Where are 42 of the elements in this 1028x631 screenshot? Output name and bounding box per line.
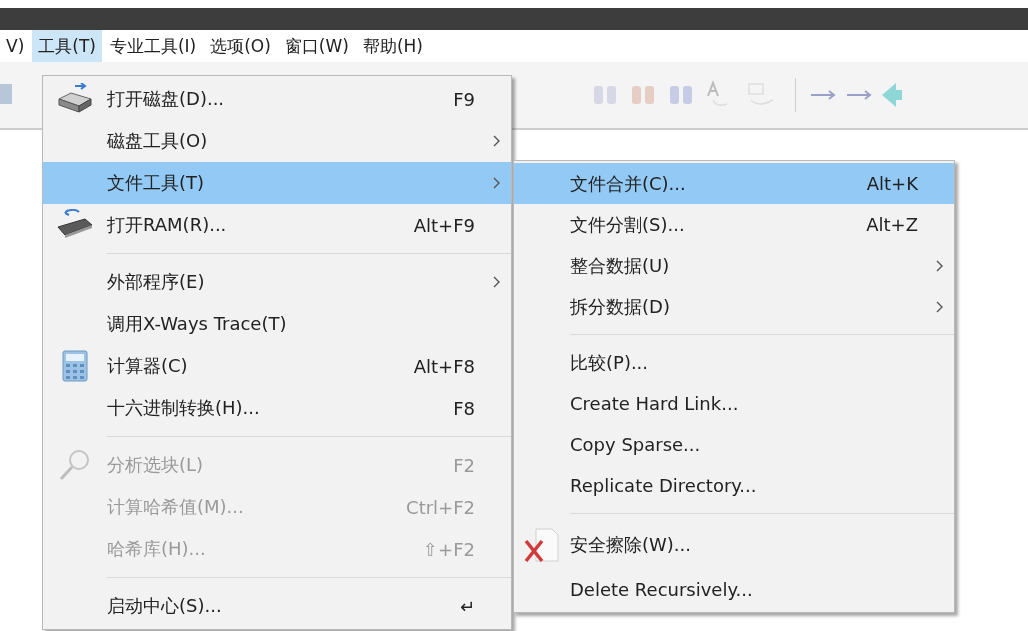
shortcut-label: Alt+F8 <box>413 355 475 377</box>
menu-item[interactable]: 整合数据(U) <box>514 245 954 286</box>
menu-item[interactable]: 调用X-Ways Trace(T) <box>43 303 511 345</box>
menu-item[interactable]: 文件分割(S)... Alt+Z <box>514 204 954 245</box>
hard-disk-icon <box>55 83 95 115</box>
shortcut-label: ↵ <box>459 595 475 617</box>
back-arrow-icon[interactable] <box>882 80 902 110</box>
memory-chip-icon <box>55 209 95 241</box>
shortcut-label: F9 <box>453 88 475 110</box>
shortcut-label: Alt+K <box>866 173 918 194</box>
shortcut-label: F8 <box>453 397 475 419</box>
menu-item[interactable]: Copy Sparse... <box>514 424 954 465</box>
search-icon <box>58 448 92 482</box>
menu-item[interactable]: 打开RAM(R)... Alt+F9 <box>43 204 511 246</box>
menu-bar-item[interactable]: 专业工具(I) <box>103 30 203 62</box>
menu-bar-item[interactable]: 选项(O) <box>204 30 277 62</box>
menu-item[interactable]: 安全擦除(W)... <box>514 521 954 569</box>
menu-item[interactable]: Replicate Directory... <box>514 465 954 506</box>
shortcut-label: Ctrl+F2 <box>406 496 475 518</box>
menu-item[interactable]: Create Hard Link... <box>514 383 954 424</box>
menu-item[interactable]: 比较(P)... <box>514 342 954 383</box>
calculator-icon <box>62 350 88 382</box>
shortcut-label: Alt+Z <box>866 214 918 235</box>
arrow-icon[interactable] <box>810 89 836 101</box>
menu-item[interactable]: 文件工具(T) <box>43 162 511 204</box>
arrow-icon[interactable] <box>846 89 872 101</box>
menu-item[interactable]: 启动中心(S)... ↵ <box>43 585 511 627</box>
shortcut-label: Alt+F9 <box>413 214 475 236</box>
shortcut-label: ⇧+F2 <box>423 538 475 560</box>
menu-item[interactable]: 计算器(C) Alt+F8 <box>43 345 511 387</box>
delete-file-icon <box>522 525 562 565</box>
menu-bar-item[interactable]: 窗口(W) <box>278 30 355 62</box>
menu-item[interactable]: Delete Recursively... <box>514 569 954 610</box>
menu-bar-item[interactable]: V) <box>0 30 31 62</box>
shortcut-label: F2 <box>453 454 475 476</box>
menu-item[interactable]: 拆分数据(D) <box>514 286 954 327</box>
menu-item[interactable]: 外部程序(E) <box>43 261 511 303</box>
menu-item[interactable]: 磁盘工具(O) <box>43 120 511 162</box>
menu-bar-item[interactable]: 工具(T) <box>32 30 102 62</box>
menu-item[interactable]: 十六进制转换(H)... F8 <box>43 387 511 429</box>
menu-item[interactable]: 文件合并(C)... Alt+K <box>514 163 954 204</box>
menu-bar-item[interactable]: 帮助(H) <box>356 30 429 62</box>
